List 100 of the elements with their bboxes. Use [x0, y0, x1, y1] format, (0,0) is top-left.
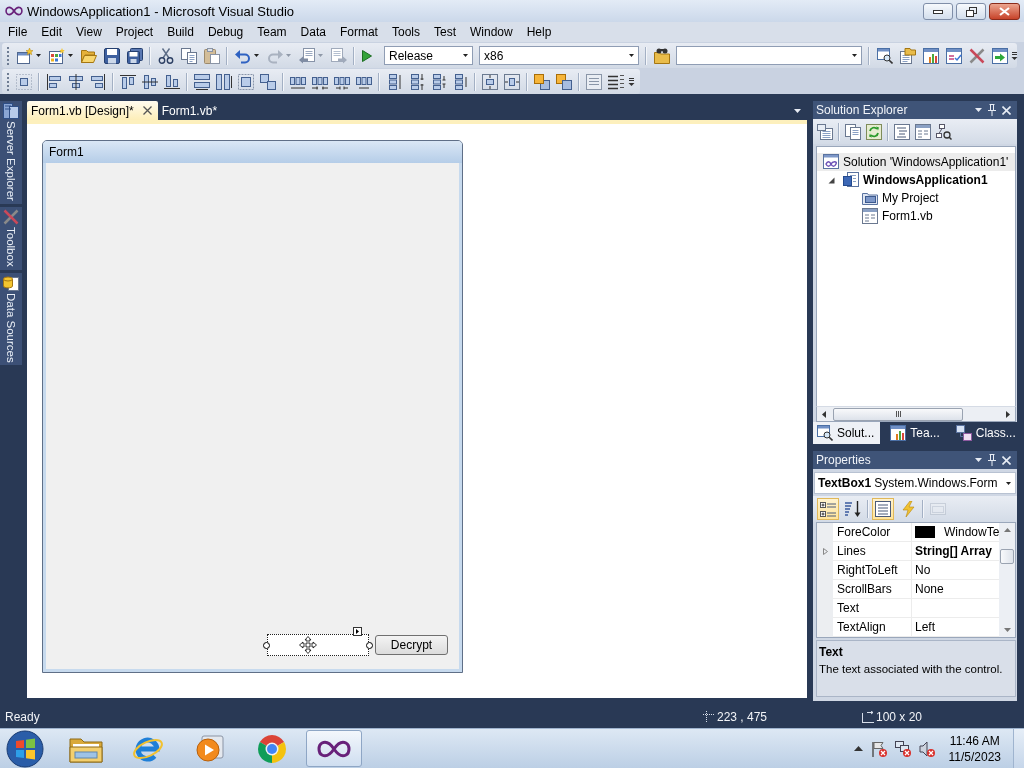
page-arrow-left-icon[interactable] [298, 47, 315, 64]
same-size-icon[interactable] [260, 73, 276, 90]
cut-icon[interactable] [157, 47, 174, 64]
align-center-icon[interactable] [68, 73, 84, 90]
categorized-button[interactable] [817, 498, 839, 520]
document-tab[interactable]: Form1.vb [Design]* [27, 101, 158, 120]
property-value[interactable]: WindowTe [912, 523, 1000, 542]
open-folder-icon[interactable] [80, 47, 97, 64]
menu-item[interactable]: Debug [200, 23, 251, 41]
overflow-icon[interactable] [1011, 50, 1018, 61]
align-top-icon[interactable] [120, 73, 136, 90]
property-value[interactable]: No [912, 561, 1000, 580]
decrease-vertical-spacing-icon[interactable] [430, 73, 446, 90]
side-tab[interactable]: Toolbox [0, 206, 22, 270]
minimize-button[interactable] [923, 3, 953, 20]
horizontal-scrollbar[interactable] [816, 406, 1016, 422]
remove-vertical-spacing-icon[interactable] [452, 73, 468, 90]
panel-tab[interactable]: Tea... [886, 422, 946, 444]
checked-window-icon[interactable] [945, 47, 962, 64]
center-vertically-icon[interactable] [504, 73, 520, 90]
property-name[interactable]: Text [833, 599, 912, 618]
scroll-down-icon[interactable] [1003, 628, 1011, 632]
play-icon[interactable] [361, 49, 372, 62]
same-width-icon[interactable] [194, 73, 210, 90]
clock[interactable]: 11:46 AM 11/5/2023 [948, 732, 1001, 765]
document-tab[interactable]: Form1.vb* [157, 101, 224, 120]
speaker-x-icon[interactable] [918, 740, 935, 757]
tree-item[interactable]: Solution 'WindowsApplication1' [817, 153, 1015, 171]
page-folder-icon[interactable] [899, 47, 916, 64]
menu-item[interactable]: View [69, 23, 109, 41]
object-selector[interactable]: TextBox1 System.Windows.Form [814, 472, 1016, 494]
align-middle-icon[interactable] [142, 73, 158, 90]
center-horizontally-icon[interactable] [482, 73, 498, 90]
resize-handle-icon[interactable] [366, 642, 373, 649]
align-to-grid-icon[interactable] [16, 73, 32, 90]
menu-item[interactable]: File [1, 23, 35, 41]
arrow-window-icon[interactable] [991, 47, 1008, 64]
same-height-icon[interactable] [216, 73, 232, 90]
bring-to-front-icon[interactable] [534, 73, 550, 90]
find-field[interactable] [676, 46, 862, 65]
menu-item[interactable]: Test [427, 23, 463, 41]
new-project-icon[interactable] [16, 47, 33, 64]
chart-window-icon[interactable] [922, 47, 939, 64]
form-window-icon[interactable] [915, 123, 931, 140]
align-bottom-icon[interactable] [164, 73, 180, 90]
menu-item[interactable]: Build [160, 23, 201, 41]
caret-up-icon[interactable] [853, 746, 863, 751]
tree-item[interactable]: WindowsApplication1 [817, 171, 1015, 189]
pages-icon[interactable] [845, 123, 861, 140]
expand-triangle-icon[interactable] [827, 176, 835, 184]
align-left-icon[interactable] [46, 73, 62, 90]
platform-dropdown[interactable]: x86 [479, 46, 639, 65]
pin-icon[interactable] [988, 104, 996, 116]
paste-icon[interactable] [203, 47, 220, 64]
add-item-icon[interactable] [48, 47, 65, 64]
tree-item[interactable]: Form1.vb [817, 207, 1015, 225]
caret-icon[interactable] [975, 108, 982, 112]
scroll-right-icon[interactable] [1006, 410, 1010, 418]
caret-icon[interactable] [254, 54, 259, 57]
arrow-box-icon[interactable] [353, 627, 362, 636]
code-page-icon[interactable] [894, 123, 910, 140]
menu-item[interactable]: Data [293, 23, 333, 41]
network-x-icon[interactable] [894, 740, 911, 757]
list-lines-icon[interactable] [586, 73, 602, 90]
side-tab[interactable]: Data Sources [0, 272, 22, 366]
menu-item[interactable]: Format [332, 23, 385, 41]
property-name[interactable]: RightToLeft [833, 561, 912, 580]
menu-item[interactable]: Help [519, 23, 559, 41]
scroll-thumb[interactable] [1000, 549, 1015, 564]
save-all-icon[interactable] [126, 47, 143, 64]
panel-tab[interactable]: Class... [951, 422, 1022, 444]
copy-icon[interactable] [180, 47, 197, 64]
flag-x-icon[interactable] [870, 740, 887, 757]
scroll-thumb[interactable] [833, 407, 963, 421]
caret-icon[interactable] [68, 54, 73, 57]
property-name[interactable]: ScrollBars [833, 580, 912, 599]
crossed-tools-icon[interactable] [968, 47, 985, 64]
property-value[interactable]: String[] Array [912, 542, 1000, 561]
properties-button[interactable] [872, 498, 894, 520]
scroll-left-icon[interactable] [822, 410, 826, 418]
align-right-icon[interactable] [90, 73, 106, 90]
caret-icon[interactable] [975, 458, 982, 462]
caret-icon[interactable] [794, 108, 801, 113]
close-button[interactable] [989, 3, 1020, 20]
property-name[interactable]: ForeColor [833, 523, 912, 542]
send-to-back-icon[interactable] [556, 73, 572, 90]
magnifier-window-icon[interactable] [876, 47, 893, 64]
refresh-icon[interactable] [866, 123, 882, 140]
panel-tab[interactable]: Solut... [813, 422, 881, 444]
menu-item[interactable]: Edit [34, 23, 70, 41]
restore-button[interactable] [956, 3, 986, 20]
menu-item[interactable]: Window [463, 23, 520, 41]
undo-icon[interactable] [234, 47, 251, 64]
save-icon[interactable] [103, 47, 120, 64]
side-tab[interactable]: Server Explorer [0, 101, 22, 204]
property-value[interactable]: None [912, 580, 1000, 599]
configuration-dropdown[interactable]: Release [384, 46, 473, 65]
start-orb-icon[interactable] [5, 729, 45, 768]
menu-item[interactable]: Tools [384, 23, 427, 41]
menu-item[interactable]: Project [108, 23, 161, 41]
